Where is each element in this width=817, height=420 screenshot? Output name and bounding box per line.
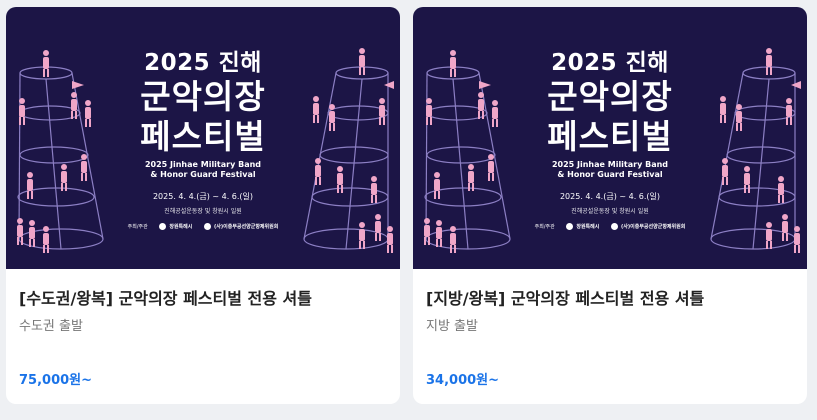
poster-venue: 진해공설운동장 및 창원시 일원 xyxy=(164,208,242,215)
poster-sponsors: 주최/주관 창원특례시 (사)이충무공선양군항제위원회 xyxy=(6,223,400,231)
poster-english-line1: 2025 Jinhae Military Band xyxy=(144,160,262,169)
poster-english-line1: 2025 Jinhae Military Band xyxy=(551,160,669,169)
poster-year-title: 2025 진해 xyxy=(144,50,262,76)
changwon-logo-icon xyxy=(566,223,574,230)
festival-poster-image: 2025 진해 군악의장 페스티벌 2025 Jinhae Military B… xyxy=(6,7,400,269)
poster-title-line1: 군악의장 xyxy=(547,77,673,116)
poster-dates: 2025. 4. 4.(금) ~ 4. 6.(일) xyxy=(559,192,661,201)
sponsor-city: 창원특례시 xyxy=(576,224,600,230)
changwon-logo-icon xyxy=(159,223,167,230)
product-title: [수도권/왕복] 군악의장 페스티벌 전용 셔틀 xyxy=(19,289,312,308)
sponsor-label: 주최/주관 xyxy=(534,224,555,230)
committee-logo-icon xyxy=(610,223,618,230)
festival-poster-image: 2025 진해 군악의장 페스티벌 2025 Jinhae Military B… xyxy=(413,7,807,269)
poster-year-title: 2025 진해 xyxy=(551,50,669,76)
poster-sponsors: 주최/주관 창원특례시 (사)이충무공선양군항제위원회 xyxy=(413,223,807,231)
sponsor-label: 주최/주관 xyxy=(127,224,148,230)
poster-dates: 2025. 4. 4.(금) ~ 4. 6.(일) xyxy=(152,192,254,201)
product-price: 34,000원~ xyxy=(426,373,500,388)
product-price: 75,000원~ xyxy=(19,373,93,388)
sponsor-city: 창원특례시 xyxy=(169,224,193,230)
sponsor-committee: (사)이충무공선양군항제위원회 xyxy=(213,224,279,230)
committee-logo-icon xyxy=(203,223,211,230)
poster-title-line2: 페스티벌 xyxy=(140,117,266,156)
poster-venue: 진해공설운동장 및 창원시 일원 xyxy=(571,208,649,215)
poster-title-line1: 군악의장 xyxy=(140,77,266,116)
poster-title-line2: 페스티벌 xyxy=(547,117,673,156)
product-subtitle: 수도권 출발 xyxy=(19,319,83,334)
poster-english-line2: & Honor Guard Festival xyxy=(557,170,663,179)
product-card[interactable]: 2025 진해 군악의장 페스티벌 2025 Jinhae Military B… xyxy=(413,7,807,404)
product-subtitle: 지방 출발 xyxy=(426,319,478,334)
product-title: [지방/왕복] 군악의장 페스티벌 전용 셔틀 xyxy=(426,289,705,308)
product-card[interactable]: 2025 진해 군악의장 페스티벌 2025 Jinhae Military B… xyxy=(6,7,400,404)
sponsor-committee: (사)이충무공선양군항제위원회 xyxy=(620,224,686,230)
poster-english-line2: & Honor Guard Festival xyxy=(150,170,256,179)
